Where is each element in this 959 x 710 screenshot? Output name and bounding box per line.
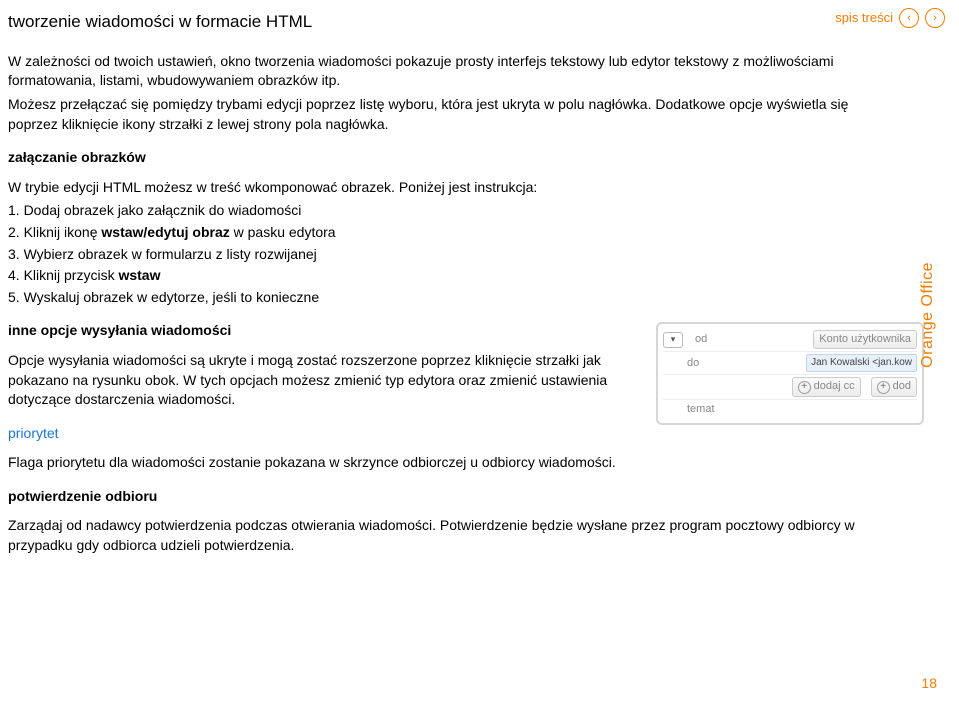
step-1: 1. Dodaj obrazek jako załącznik do wiado… [8,201,892,221]
step-4b: wstaw [118,267,160,283]
compose-to-row: do Jan Kowalski <jan.kow [663,352,917,375]
priority-body: Flaga priorytetu dla wiadomości zostanie… [8,453,892,473]
toc-link[interactable]: spis treści [835,9,893,27]
attach-steps: 1. Dodaj obrazek jako załącznik do wiado… [8,201,892,307]
account-button[interactable]: Konto użytkownika [813,330,917,349]
add-more-label: dod [893,379,911,394]
page-content: tworzenie wiadomości w formacie HTML W z… [0,0,900,568]
compose-cc-row: + dodaj cc + dod [663,375,917,399]
compose-from-row: ▾ od Konto użytkownika [663,328,917,352]
confirm-body: Zarządaj od nadawcy potwierdzenia podcza… [8,516,892,555]
other-options-body: Opcje wysyłania wiadomości są ukryte i m… [8,351,648,410]
side-tab-label: Orange Office [917,262,939,368]
priority-heading: priorytet [8,424,892,444]
top-nav: spis treści ‹ › [835,8,945,28]
step-3: 3. Wybierz obrazek w formularzu z listy … [8,245,892,265]
to-label: do [687,356,731,371]
step-2a: 2. Kliknij ikonę [8,224,101,240]
plus-icon: + [798,381,811,394]
compose-subject-row: temat [663,400,917,419]
page-title: tworzenie wiadomości w formacie HTML [8,10,892,34]
step-4a: 4. Kliknij przycisk [8,267,118,283]
intro-paragraph-2: Możesz przełączać się pomiędzy trybami e… [8,95,892,134]
attach-intro: W trybie edycji HTML możesz w treść wkom… [8,178,892,198]
plus-icon: + [877,381,890,394]
add-cc-label: dodaj cc [814,379,855,394]
from-value: Konto użytkownika [747,330,917,349]
expand-options-icon[interactable]: ▾ [663,332,683,348]
step-5: 5. Wyskaluj obrazek w edytorze, jeśli to… [8,288,892,308]
next-page-button[interactable]: › [925,8,945,28]
intro-paragraph-1: W zależności od twoich ustawień, okno tw… [8,52,892,91]
to-value-wrap: Jan Kowalski <jan.kow [739,354,917,372]
from-label: od [695,332,739,347]
step-2c: w pasku edytora [230,224,336,240]
prev-page-button[interactable]: ‹ [899,8,919,28]
step-4: 4. Kliknij przycisk wstaw [8,266,892,286]
add-more-button[interactable]: + dod [871,377,917,396]
subject-label: temat [687,402,731,417]
add-cc-button[interactable]: + dodaj cc [792,377,861,396]
attach-heading: załączanie obrazków [8,148,892,168]
compose-panel: ▾ od Konto użytkownika do Jan Kowalski <… [656,322,924,425]
step-2: 2. Kliknij ikonę wstaw/edytuj obraz w pa… [8,223,892,243]
recipient-chip[interactable]: Jan Kowalski <jan.kow [806,354,917,372]
confirm-heading: potwierdzenie odbioru [8,487,892,507]
page-number: 18 [921,674,937,694]
step-2b: wstaw/edytuj obraz [101,224,229,240]
